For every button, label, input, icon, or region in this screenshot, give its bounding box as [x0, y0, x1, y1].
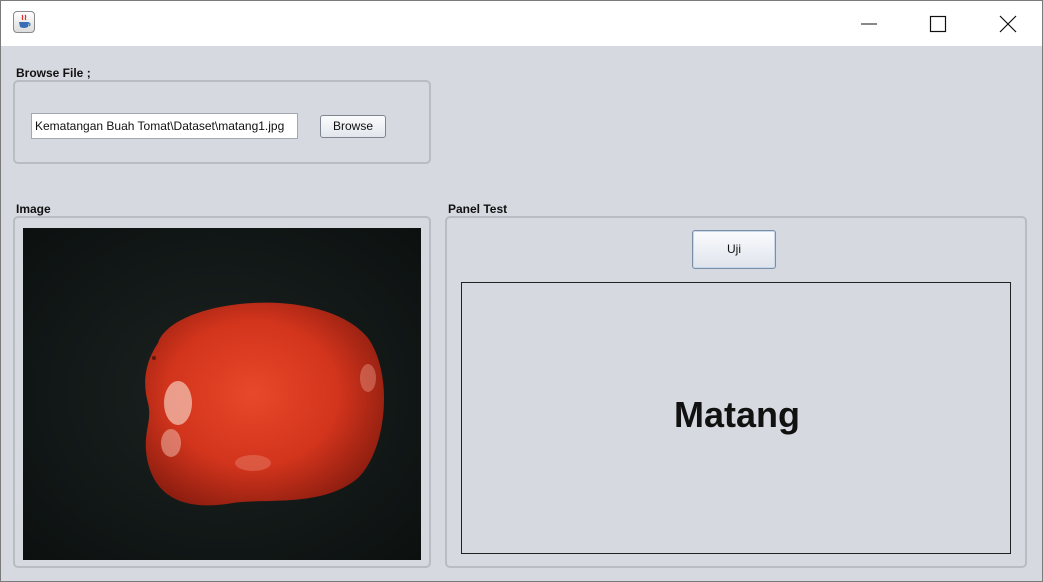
browse-button[interactable]: Browse	[320, 115, 386, 138]
image-section-label: Image	[16, 202, 51, 216]
result-label: Matang	[674, 394, 800, 435]
maximize-icon	[929, 15, 947, 33]
panel-test-label: Panel Test	[448, 202, 508, 216]
title-bar	[1, 1, 1042, 46]
tomato-image	[23, 228, 421, 560]
close-icon	[999, 15, 1017, 33]
result-panel: Matang	[461, 282, 1011, 554]
app-window: Browse File ; Kematangan Buah Tomat\Data…	[0, 0, 1043, 582]
test-button[interactable]: Uji	[692, 230, 776, 269]
browse-file-label: Browse File ;	[16, 66, 91, 80]
minimize-icon	[861, 23, 877, 25]
close-button[interactable]	[985, 1, 1031, 46]
java-cup-icon[interactable]	[13, 11, 35, 33]
maximize-button[interactable]	[915, 1, 961, 46]
file-path-field[interactable]: Kematangan Buah Tomat\Dataset\matang1.jp…	[31, 113, 298, 139]
minimize-button[interactable]	[846, 1, 892, 46]
